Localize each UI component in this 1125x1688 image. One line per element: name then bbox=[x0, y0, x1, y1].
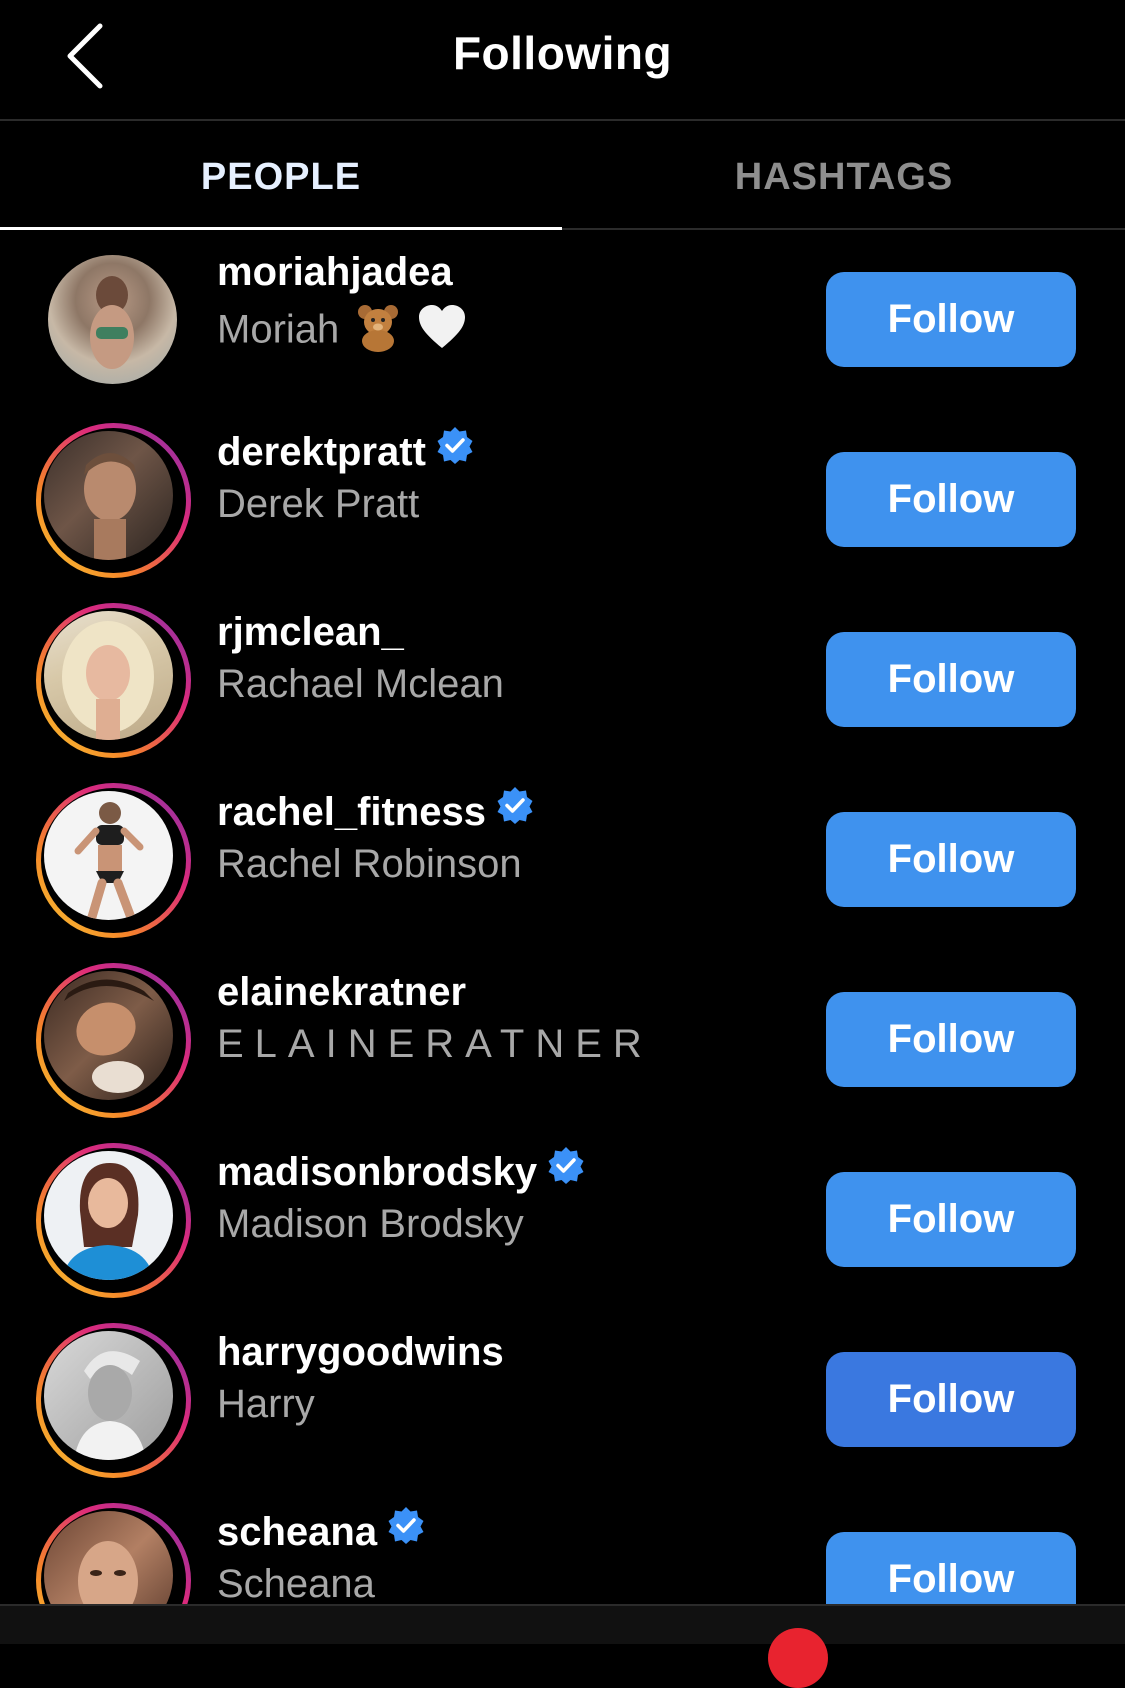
avatar-photo bbox=[74, 1351, 146, 1460]
page-title: Following bbox=[452, 27, 673, 79]
follow-button[interactable]: Follow bbox=[826, 632, 1076, 727]
username[interactable]: harrygoodwins bbox=[217, 1330, 504, 1375]
tab-people[interactable]: PEOPLE bbox=[0, 121, 562, 228]
follow-button[interactable]: Follow bbox=[826, 812, 1076, 907]
avatar-photo bbox=[62, 1163, 154, 1280]
avatar[interactable] bbox=[36, 1503, 191, 1604]
username[interactable]: scheana bbox=[217, 1507, 425, 1555]
avatar[interactable] bbox=[36, 423, 191, 578]
bottom-tab-bar bbox=[0, 1604, 1125, 1688]
verified-badge-icon bbox=[436, 426, 474, 474]
avatar-photo bbox=[62, 621, 154, 740]
username[interactable]: derektpratt bbox=[217, 427, 474, 475]
username[interactable]: elainekratner bbox=[217, 970, 466, 1015]
full-name: Harry bbox=[217, 1382, 315, 1426]
follow-button[interactable]: Follow bbox=[826, 1172, 1076, 1267]
follow-button[interactable]: Follow bbox=[826, 992, 1076, 1087]
verified-badge-icon bbox=[496, 786, 534, 834]
avatar[interactable] bbox=[36, 963, 191, 1118]
full-name: ELAINERATNER bbox=[217, 1022, 653, 1066]
username[interactable]: rjmclean_ bbox=[217, 610, 404, 655]
follow-button[interactable]: Follow bbox=[826, 452, 1076, 547]
tab-bar: PEOPLE HASHTAGS bbox=[0, 121, 1125, 230]
avatar[interactable] bbox=[36, 243, 191, 398]
avatar-photo bbox=[64, 979, 154, 1093]
avatar-photo bbox=[74, 802, 144, 920]
full-name: Rachael Mclean bbox=[217, 662, 504, 706]
teddy-bear-icon bbox=[351, 302, 405, 362]
avatar[interactable] bbox=[36, 1323, 191, 1478]
username[interactable]: madisonbrodsky bbox=[217, 1147, 585, 1195]
verified-badge-icon bbox=[547, 1146, 585, 1194]
white-heart-icon bbox=[417, 304, 467, 360]
list-item[interactable]: derektpratt Derek Pratt Follow bbox=[0, 410, 1125, 590]
list-item[interactable]: rachel_fitness Rachel Robinson Follow bbox=[0, 770, 1125, 950]
following-list[interactable]: moriahjadea Moriah Follow derektpratt De… bbox=[0, 230, 1125, 1604]
notification-dot bbox=[768, 1628, 828, 1688]
list-item[interactable]: rjmclean_ Rachael Mclean Follow bbox=[0, 590, 1125, 770]
full-name: Rachel Robinson bbox=[217, 842, 522, 886]
avatar[interactable] bbox=[36, 1143, 191, 1298]
list-item[interactable]: harrygoodwins Harry Follow bbox=[0, 1310, 1125, 1490]
username[interactable]: moriahjadea bbox=[217, 250, 453, 295]
verified-badge-icon bbox=[387, 1506, 425, 1554]
list-item[interactable]: scheana Scheana Follow bbox=[0, 1490, 1125, 1604]
full-name: Derek Pratt bbox=[217, 482, 420, 526]
username[interactable]: rachel_fitness bbox=[217, 787, 534, 835]
full-name: Madison Brodsky bbox=[217, 1202, 524, 1246]
full-name: Scheana bbox=[217, 1562, 375, 1604]
list-item[interactable]: moriahjadea Moriah Follow bbox=[0, 230, 1125, 410]
avatar[interactable] bbox=[36, 783, 191, 938]
full-name: Moriah bbox=[217, 302, 467, 362]
header: Following bbox=[0, 0, 1125, 121]
avatar-photo bbox=[84, 453, 136, 560]
follow-button[interactable]: Follow bbox=[826, 1532, 1076, 1604]
list-item[interactable]: madisonbrodsky Madison Brodsky Follow bbox=[0, 1130, 1125, 1310]
tab-hashtags[interactable]: HASHTAGS bbox=[563, 121, 1125, 228]
avatar-photo bbox=[90, 276, 134, 369]
list-item[interactable]: elainekratner ELAINERATNER Follow bbox=[0, 950, 1125, 1130]
avatar[interactable] bbox=[36, 603, 191, 758]
follow-button[interactable]: Follow bbox=[826, 272, 1076, 367]
follow-button[interactable]: Follow bbox=[826, 1352, 1076, 1447]
